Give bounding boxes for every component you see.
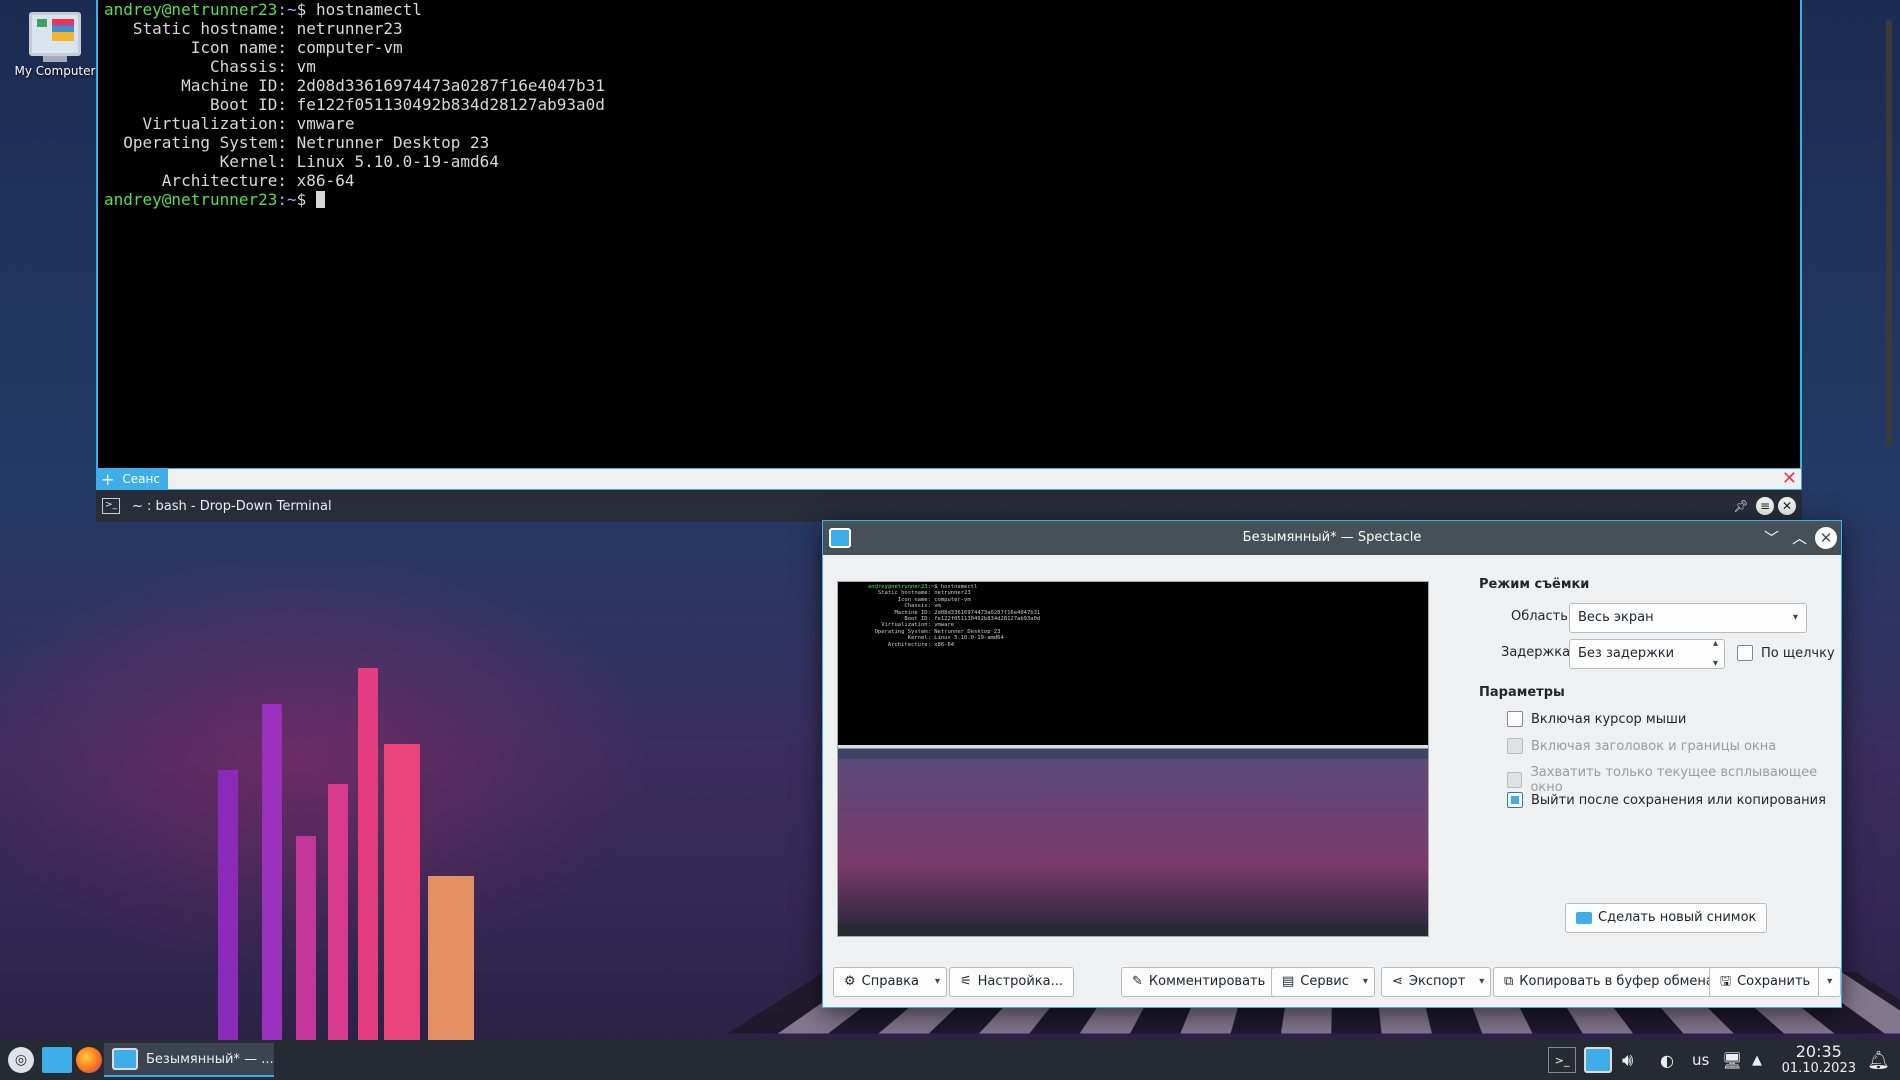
tab-session[interactable]: + Сеанс xyxy=(97,469,168,489)
spectacle-window: Безымянный* — Spectacle ﹀ ︿ ✕ andrey@net… xyxy=(822,520,1842,1008)
close-icon[interactable]: ✕ xyxy=(1778,497,1796,515)
text-cursor xyxy=(315,191,325,208)
screenshot-preview[interactable]: andrey@netrunner23:~$ hostnamectl Static… xyxy=(837,581,1429,937)
new-tab-plus-icon[interactable]: + xyxy=(101,470,114,489)
drop-down-terminal[interactable]: andrey@netrunner23:~$ hostnamectl Static… xyxy=(96,0,1892,490)
copy-clipboard-button[interactable]: ⧉ Копировать в буфер обмена xyxy=(1493,967,1725,997)
terminal-tab-bar: + Сеанс ✕ xyxy=(96,468,1802,490)
minimize-icon[interactable]: ﹀ xyxy=(1764,529,1779,547)
terminal-titlebar: >_ ~ : bash - Drop-Down Terminal 📌︎ ≡ ✕ xyxy=(96,490,1802,522)
params-heading: Параметры xyxy=(1479,685,1565,700)
settings-button[interactable]: ⚟ Настройка... xyxy=(949,967,1074,997)
computer-icon xyxy=(29,12,81,56)
spectacle-task-icon xyxy=(112,1048,138,1070)
include-cursor-checkbox[interactable]: Включая курсор мыши xyxy=(1507,711,1686,727)
new-screenshot-button[interactable]: Сделать новый снимок xyxy=(1565,903,1768,933)
save-button[interactable]: 🖫︎ Сохранить ▾ xyxy=(1709,967,1842,997)
volume-icon[interactable]: 🔊︎ xyxy=(1622,1047,1633,1073)
network-icon[interactable]: 🖥︎ xyxy=(1722,1047,1742,1073)
maximize-icon[interactable]: ︿ xyxy=(1792,529,1807,547)
save-icon: 🖫︎ xyxy=(1720,974,1732,989)
window-title: Безымянный* — Spectacle xyxy=(1242,530,1422,545)
delay-label: Задержка: xyxy=(1501,645,1575,660)
file-manager-icon[interactable] xyxy=(42,1047,72,1073)
quit-after-save-checkbox[interactable]: Выйти после сохранения или копирования xyxy=(1507,792,1826,808)
service-button[interactable]: ▤ Сервис ▾ xyxy=(1271,967,1375,997)
include-decorations-checkbox[interactable]: Включая заголовок и границы окна xyxy=(1507,738,1776,754)
chevron-down-icon: ▾ xyxy=(1792,612,1798,623)
spin-arrows-icon[interactable]: ▴ ▾ xyxy=(1713,634,1718,674)
taskbar-task-spectacle[interactable]: Безымянный* — ... xyxy=(104,1043,274,1077)
tab-label: Сеанс xyxy=(122,472,160,486)
pin-icon[interactable]: 📌︎ xyxy=(1732,497,1750,515)
export-button[interactable]: ⋖ Экспорт ▾ xyxy=(1381,967,1492,997)
chevron-down-icon: ▾ xyxy=(1479,976,1485,987)
clock[interactable]: 20:35 01.10.2023 xyxy=(1782,1043,1856,1077)
capture-mode-heading: Режим съёмки xyxy=(1479,577,1590,592)
spectacle-app-icon xyxy=(829,528,851,548)
notifications-bell-icon[interactable]: 🔔︎ xyxy=(1867,1047,1890,1073)
my-computer-desktop-icon[interactable]: My Computer xyxy=(12,12,98,78)
prompt-user: andrey@netrunner23 xyxy=(104,0,278,19)
app-launcher-icon[interactable]: ◎ xyxy=(8,1047,34,1073)
preview-terminal-text: andrey@netrunner23:~$ hostnamectl Static… xyxy=(868,584,1041,648)
annotate-button[interactable]: ✎ Комментировать xyxy=(1121,967,1277,997)
close-icon[interactable]: ✕ xyxy=(1815,527,1837,549)
area-label: Область: xyxy=(1511,609,1573,624)
area-select[interactable]: Весь экран ▾ xyxy=(1569,603,1807,633)
on-click-checkbox[interactable]: По щелчку xyxy=(1737,645,1835,661)
close-tab-icon[interactable]: ✕ xyxy=(1782,469,1797,489)
help-button[interactable]: ⚙ Справка ▾ xyxy=(833,967,947,997)
updates-icon[interactable]: ◐ xyxy=(1660,1047,1674,1073)
tray-expand-icon[interactable]: ▲ xyxy=(1752,1047,1762,1073)
tools-icon: ▤ xyxy=(1282,974,1295,989)
spectacle-tray-icon[interactable] xyxy=(1584,1047,1612,1073)
share-icon: ⋖ xyxy=(1392,974,1403,989)
pen-icon: ✎ xyxy=(1132,974,1143,989)
terminal-tray-icon[interactable]: >_ xyxy=(1548,1047,1576,1073)
terminal-icon: >_ xyxy=(102,498,120,514)
save-menu-chevron-icon[interactable]: ▾ xyxy=(1818,968,1840,996)
chevron-down-icon: ▾ xyxy=(934,976,940,987)
chevron-down-icon: ▾ xyxy=(1362,976,1368,987)
capture-popup-checkbox[interactable]: Захватить только текущее всплывающее окн… xyxy=(1507,765,1841,795)
firefox-icon[interactable] xyxy=(76,1047,102,1073)
terminal-title: ~ : bash - Drop-Down Terminal xyxy=(132,498,332,514)
terminal-command: hostnamectl xyxy=(315,0,422,19)
settings-icon: ⚟ xyxy=(960,974,972,989)
keyboard-layout[interactable]: us xyxy=(1692,1047,1709,1073)
taskbar: ◎ Безымянный* — ... >_ 🔊︎ ◐ us 🖥︎ ▲ 20:3… xyxy=(0,1040,1900,1080)
menu-icon[interactable]: ≡ xyxy=(1756,497,1774,515)
camera-icon xyxy=(1576,912,1592,924)
terminal-output[interactable]: andrey@netrunner23:~$ hostnamectl Static… xyxy=(98,0,1800,209)
spectacle-titlebar: Безымянный* — Spectacle ﹀ ︿ ✕ xyxy=(823,521,1841,555)
help-icon: ⚙ xyxy=(844,974,856,989)
copy-icon: ⧉ xyxy=(1504,974,1514,989)
desktop-icon-label: My Computer xyxy=(14,64,96,78)
delay-spinbox[interactable]: Без задержки ▴ ▾ xyxy=(1569,638,1725,669)
preview-taskbar xyxy=(838,924,1428,936)
terminal-scrollbar[interactable] xyxy=(1886,20,1892,446)
